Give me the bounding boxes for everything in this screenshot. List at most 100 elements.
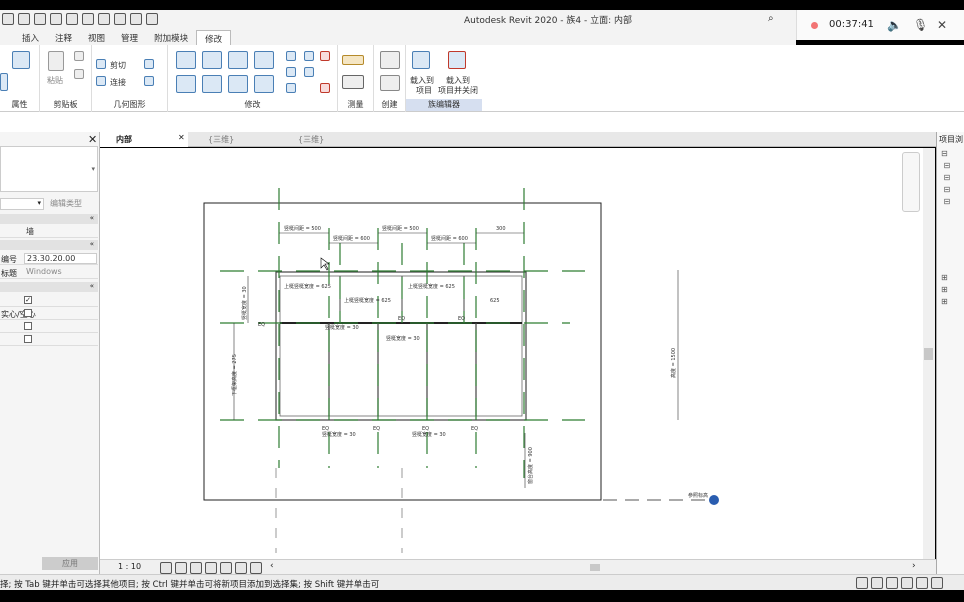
browser-tree[interactable]: ⊟ ⊟ ⊟ ⊟ ⊟ (941, 148, 950, 208)
navigation-bar[interactable] (902, 152, 920, 212)
copy-element-icon[interactable] (202, 75, 222, 93)
undo-icon[interactable] (34, 13, 46, 25)
dim-top-1: 竖梃间距 = 500 (284, 225, 321, 232)
tab-addins[interactable]: 附加模块 (146, 30, 196, 45)
redo-icon[interactable] (50, 13, 62, 25)
show-crop-icon[interactable] (235, 562, 247, 574)
checkbox-4[interactable] (24, 335, 32, 343)
save-icon[interactable] (2, 13, 14, 25)
section-header-3[interactable]: « (0, 282, 98, 292)
filter-icon[interactable] (931, 577, 943, 589)
hide-isolate-icon[interactable] (250, 562, 262, 574)
view-3d-icon[interactable] (114, 13, 126, 25)
split-face-icon[interactable] (144, 76, 154, 86)
sun-path-icon[interactable] (190, 562, 202, 574)
level-head-icon[interactable] (709, 495, 719, 505)
close-hidden-icon[interactable] (130, 13, 142, 25)
browser-tree-2[interactable]: ⊞ ⊞ ⊞ (941, 272, 948, 308)
edit-type-button[interactable]: 编辑类型 (50, 198, 82, 209)
drawing-canvas[interactable]: 参照标高 竖梃间距 = 500 竖梃间距 = 500 300 竖梃间距 = 60… (100, 148, 923, 559)
search-icon[interactable]: ⌕ (768, 13, 774, 24)
text-icon[interactable] (98, 13, 110, 25)
split-icon[interactable] (286, 51, 296, 61)
instance-filter[interactable]: ▾ (0, 198, 44, 210)
tab-modify[interactable]: 修改 (196, 30, 232, 45)
horizontal-scroll-thumb[interactable] (590, 564, 600, 571)
cut-clip-icon[interactable] (74, 69, 84, 79)
mirror-draw-icon[interactable] (254, 51, 274, 69)
prop-value-number[interactable]: 23.30.20.00 (24, 253, 97, 264)
measure-distance-icon[interactable] (342, 55, 364, 65)
close-icon[interactable]: ✕ (937, 18, 947, 32)
close-properties-icon[interactable]: ✕ (88, 133, 97, 146)
filter-dropdown-icon[interactable]: ▾ (37, 199, 41, 207)
select-underlay-icon[interactable] (871, 577, 883, 589)
create-component-icon[interactable] (380, 51, 400, 69)
view-scale[interactable]: 1 : 10 (118, 562, 141, 571)
checkbox-solid-void[interactable] (24, 309, 32, 317)
scale-icon[interactable] (286, 83, 296, 93)
pin-icon[interactable] (304, 51, 314, 61)
select-pinned-icon[interactable] (886, 577, 898, 589)
load-into-project-icon[interactable] (412, 51, 430, 69)
tab-insert[interactable]: 插入 (14, 30, 47, 45)
checkbox-1[interactable]: ✓ (24, 296, 32, 304)
section-header-2[interactable]: « (0, 240, 98, 250)
offset-icon[interactable] (202, 51, 222, 69)
switch-window-icon[interactable] (146, 13, 158, 25)
join-label[interactable]: 连接 (110, 77, 126, 88)
type-properties-icon[interactable] (0, 73, 8, 91)
create-group-icon[interactable] (380, 75, 400, 91)
shadows-icon[interactable] (205, 562, 217, 574)
close-tab-icon[interactable]: ✕ (178, 133, 185, 142)
open-icon[interactable] (18, 13, 30, 25)
section-header-1[interactable]: « (0, 214, 98, 224)
type-selector-dropdown-icon[interactable]: ▾ (91, 165, 95, 173)
apply-button[interactable]: 应用 (42, 557, 98, 570)
paste-icon[interactable] (48, 51, 64, 71)
scroll-thumb[interactable] (924, 348, 933, 360)
view-tab-3d-2[interactable]: {三维} (282, 132, 370, 147)
cut-icon[interactable] (96, 59, 106, 69)
detail-level-icon[interactable] (160, 562, 172, 574)
paste-label[interactable]: 粘贴 (47, 75, 63, 86)
array-icon[interactable] (286, 67, 296, 77)
scroll-right-icon[interactable]: › (912, 561, 916, 571)
dimension-icon[interactable] (342, 75, 364, 89)
delete-icon[interactable] (320, 51, 330, 61)
align-icon[interactable] (176, 51, 196, 69)
view-tab-interior[interactable]: 内部 ✕ (100, 132, 188, 147)
rotate-icon[interactable] (228, 75, 248, 93)
scroll-left-icon[interactable]: ‹ (270, 561, 274, 571)
trim-icon[interactable] (254, 75, 274, 93)
copy-icon[interactable] (74, 51, 84, 61)
tab-view[interactable]: 视图 (80, 30, 113, 45)
view-tab-3d-1[interactable]: {三维} (192, 132, 280, 147)
print-icon[interactable] (66, 13, 78, 25)
properties-icon[interactable] (12, 51, 30, 69)
mirror-axis-icon[interactable] (228, 51, 248, 69)
select-by-face-icon[interactable] (901, 577, 913, 589)
speaker-icon[interactable]: 🔈 (887, 18, 902, 32)
unpin-icon[interactable] (304, 67, 314, 77)
eq-label-1: EQ (258, 322, 265, 328)
drag-elements-icon[interactable] (916, 577, 928, 589)
select-links-icon[interactable] (856, 577, 868, 589)
load-into-project-label-2[interactable]: 项目 (416, 85, 432, 96)
microphone-icon[interactable]: 🎙 (913, 18, 928, 32)
load-and-close-icon[interactable] (448, 51, 466, 69)
measure-icon[interactable] (82, 13, 94, 25)
type-selector[interactable]: ▾ (0, 146, 98, 192)
tab-annotate[interactable]: 注释 (47, 30, 80, 45)
delete-x-icon[interactable] (320, 83, 330, 93)
load-close-label-2[interactable]: 项目并关闭 (438, 85, 478, 96)
move-icon[interactable] (176, 75, 196, 93)
cut-label[interactable]: 剪切 (110, 60, 126, 71)
wall-join-icon[interactable] (144, 59, 154, 69)
vertical-scrollbar[interactable] (923, 148, 935, 559)
checkbox-3[interactable] (24, 322, 32, 330)
crop-view-icon[interactable] (220, 562, 232, 574)
visual-style-icon[interactable] (175, 562, 187, 574)
join-icon[interactable] (96, 76, 106, 86)
tab-manage[interactable]: 管理 (113, 30, 146, 45)
